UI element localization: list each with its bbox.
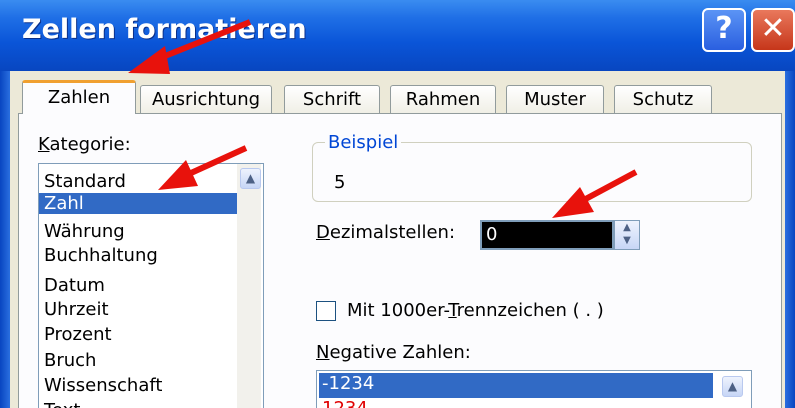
tab-zahlen[interactable]: Zahlen [22,80,136,114]
arrow-icon [552,169,638,218]
annotation-arrows [128,19,638,218]
arrow-icon [128,19,252,74]
arrow-icon [158,145,248,190]
format-cells-dialog: Zellen formatieren ? ✕ Ausrichtung Schri… [0,0,795,408]
